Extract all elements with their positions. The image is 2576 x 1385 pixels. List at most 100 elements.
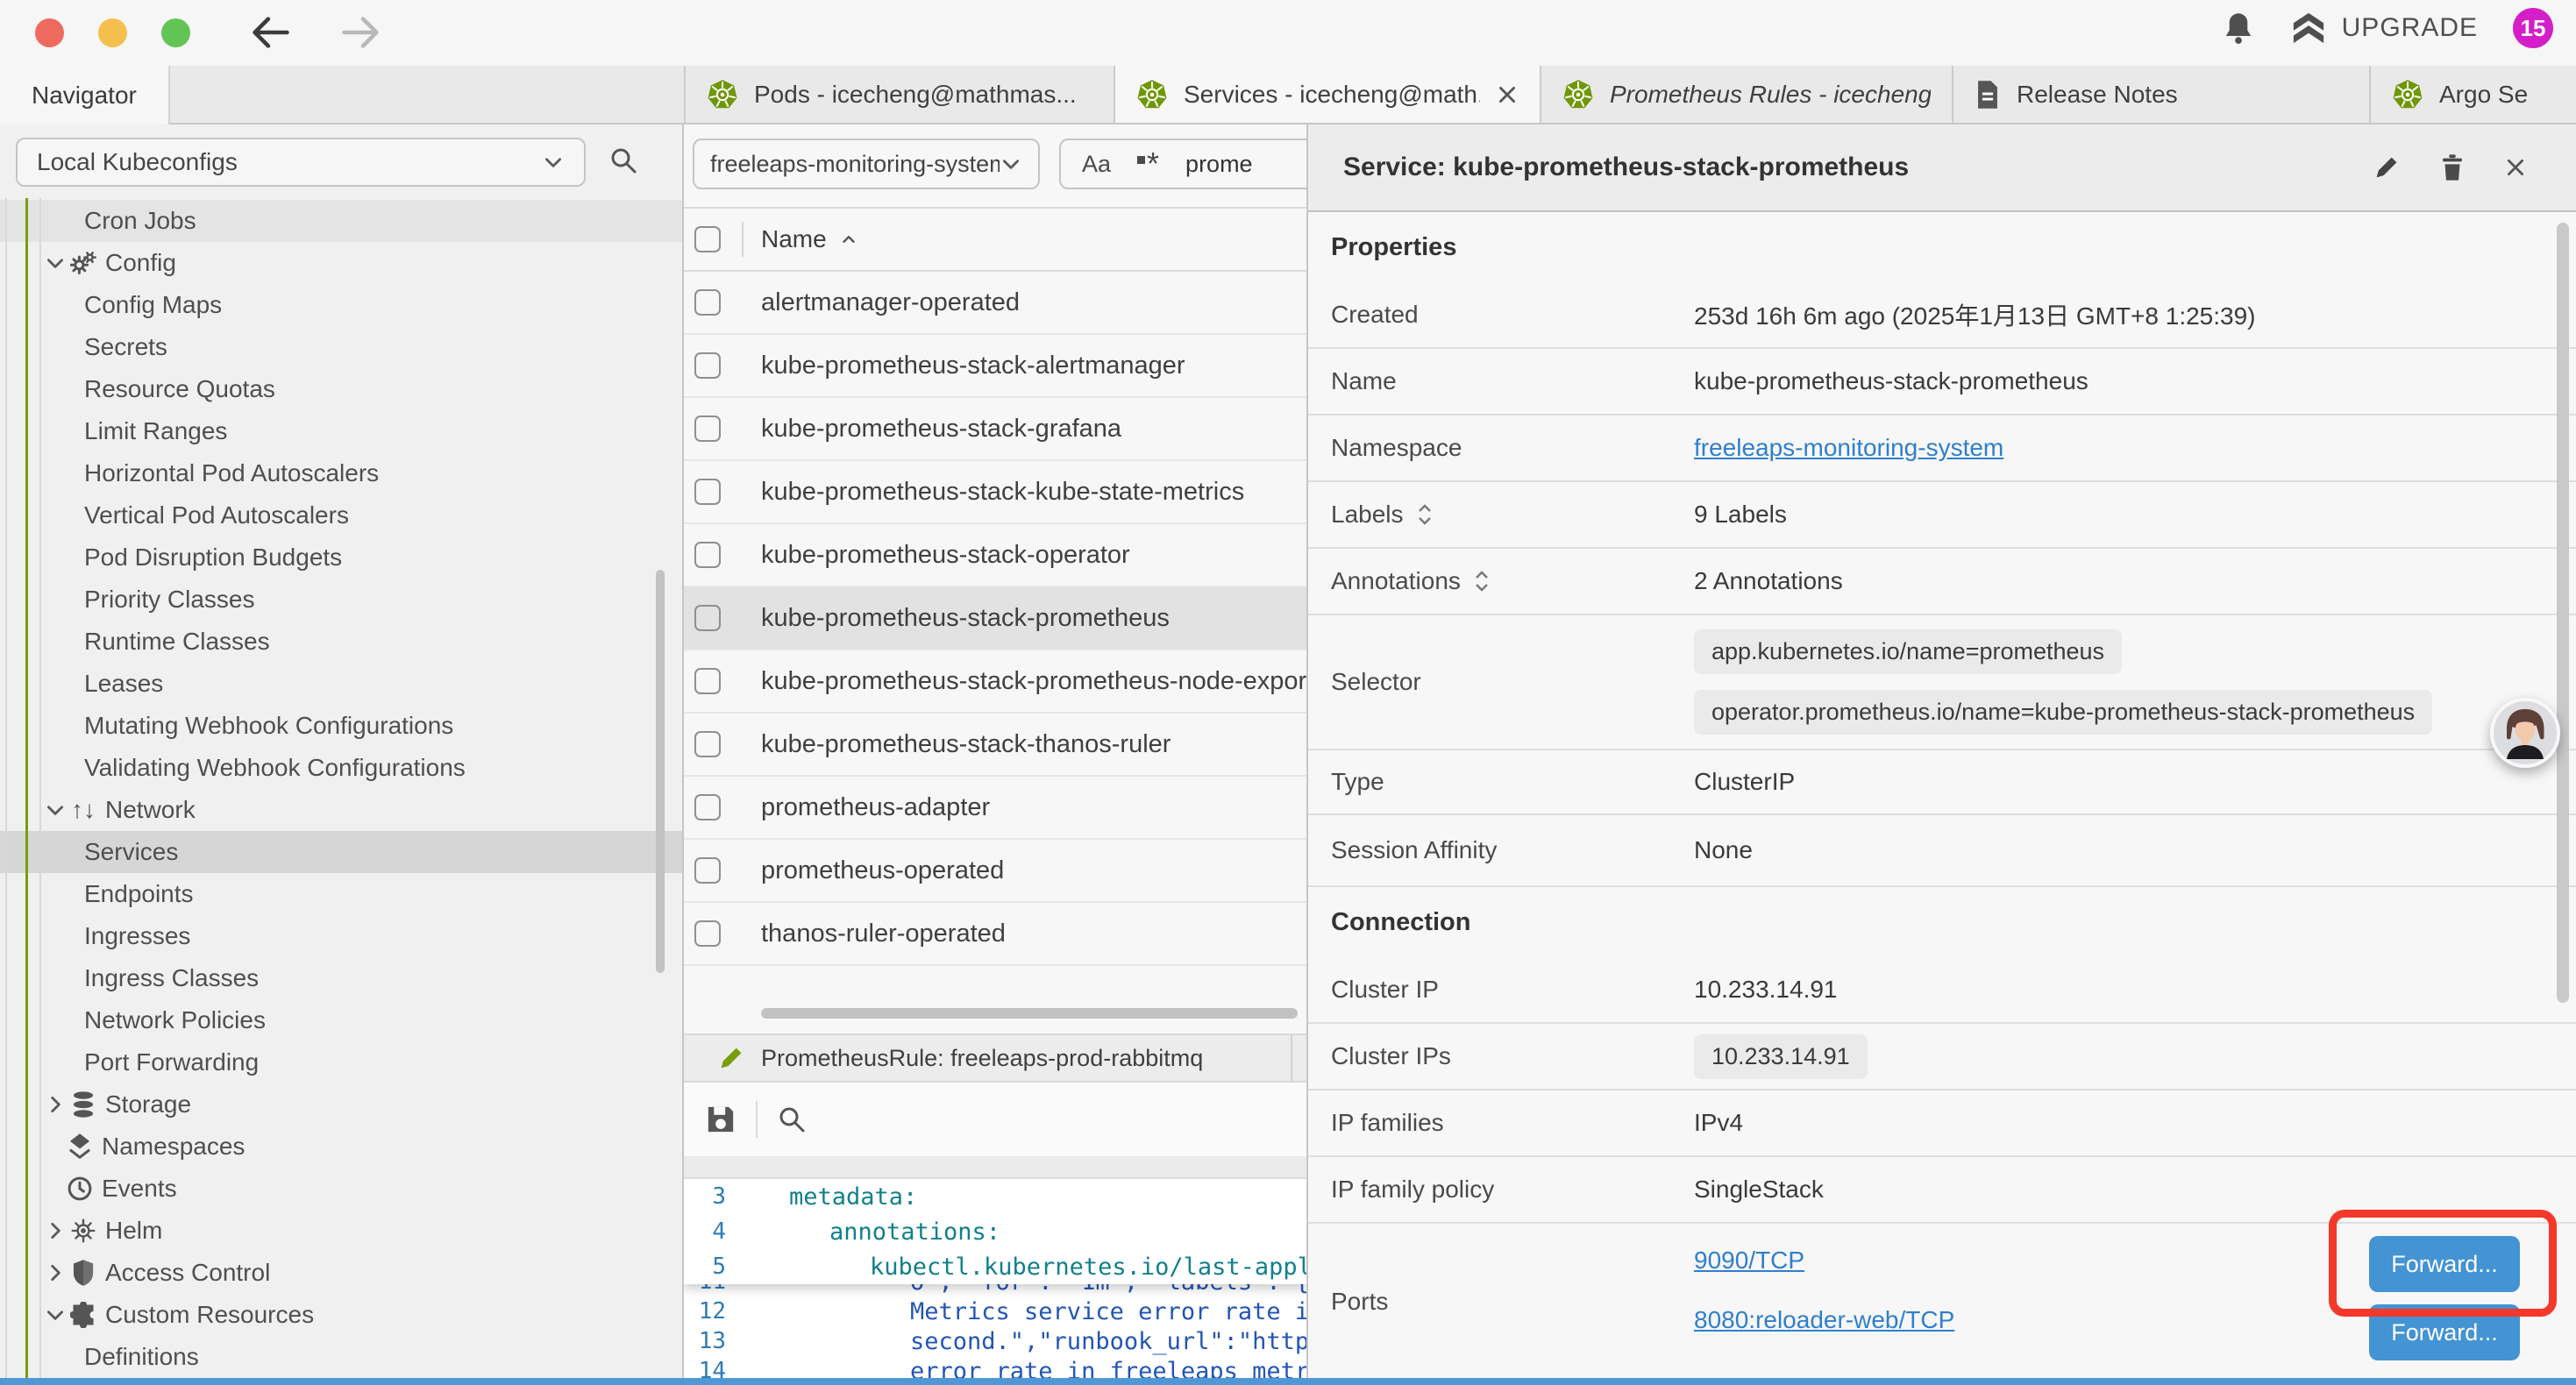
tab-release-notes[interactable]: Release Notes [1953,66,2371,123]
service-row-kube-prometheus-stack-alertmanager[interactable]: kube-prometheus-stack-alertmanager [684,335,1306,398]
minimize-window-button[interactable] [98,18,127,47]
row-checkbox[interactable] [694,479,721,505]
horizontal-scrollbar[interactable] [761,1008,1298,1019]
service-row-kube-prometheus-stack-prometheus[interactable]: kube-prometheus-stack-prometheus [684,587,1306,650]
tree-item-mutating-webhook-configurations[interactable]: Mutating Webhook Configurations [0,705,682,747]
case-toggle[interactable]: Aa [1082,151,1111,178]
save-icon[interactable] [705,1104,737,1135]
forward-button-9090-tcp[interactable]: Forward... [2369,1236,2520,1292]
service-row-prometheus-operated[interactable]: prometheus-operated [684,840,1306,903]
namespace-link[interactable]: freeleaps-monitoring-system [1694,434,2003,462]
search-input[interactable]: prome [1185,151,1253,178]
sidebar-scrollbar[interactable] [656,570,665,973]
service-row-kube-prometheus-stack-operator[interactable]: kube-prometheus-stack-operator [684,524,1306,587]
tree-item-network-policies[interactable]: Network Policies [0,999,682,1041]
tree-item-validating-webhook-configurations[interactable]: Validating Webhook Configurations [0,747,682,789]
service-row-kube-prometheus-stack-prometheus-node-exporter[interactable]: kube-prometheus-stack-prometheus-node-ex… [684,650,1306,714]
chevron-right-icon[interactable] [44,1219,67,1242]
sort-icon[interactable] [1473,568,1491,594]
name-column-header[interactable]: Name [761,225,827,253]
tree-item-ingresses[interactable]: Ingresses [0,915,682,957]
navigator-tab[interactable]: Navigator [32,66,137,124]
close-icon[interactable] [1496,83,1519,106]
list-search-box[interactable]: Aa * prome [1059,138,1306,189]
back-arrow-icon[interactable] [251,14,291,51]
select-all-checkbox[interactable] [694,226,721,252]
tree-item-horizontal-pod-autoscalers[interactable]: Horizontal Pod Autoscalers [0,452,682,494]
row-checkbox[interactable] [694,352,721,379]
service-row-thanos-ruler-operated[interactable]: thanos-ruler-operated [684,903,1306,966]
tab-pods-icecheng-mathmas[interactable]: Pods - icecheng@mathmas... [684,66,1115,123]
tab-services-icecheng-math[interactable]: Services - icecheng@math... [1115,66,1541,123]
service-row-prometheus-adapter[interactable]: prometheus-adapter [684,777,1306,840]
chevron-down-icon[interactable] [44,252,67,274]
row-checkbox[interactable] [694,920,721,947]
tree-item-limit-ranges[interactable]: Limit Ranges [0,410,682,452]
sort-icon[interactable] [1416,501,1434,528]
tree-item-leases[interactable]: Leases [0,663,682,705]
service-row-kube-prometheus-stack-kube-state-metrics[interactable]: kube-prometheus-stack-kube-state-metrics [684,461,1306,524]
editor-tab[interactable]: PrometheusRule: freeleaps-prod-rabbitmq [684,1035,1292,1081]
sort-ascending-icon[interactable] [839,230,858,249]
upgrade-button[interactable]: UPGRADE [2289,11,2478,46]
service-row-alertmanager-operated[interactable]: alertmanager-operated [684,272,1306,335]
regex-toggle[interactable]: * [1137,155,1159,173]
chevron-right-icon[interactable] [44,1261,67,1284]
editor-link[interactable]: https://net [1252,1328,1306,1355]
tree-item-namespaces[interactable]: Namespaces [0,1126,682,1168]
tree-item-port-forwarding[interactable]: Port Forwarding [0,1041,682,1083]
tree-item-network[interactable]: ↑↓Network [0,789,682,831]
close-window-button[interactable] [35,18,64,47]
tab-prometheus-rules-icecheng[interactable]: Prometheus Rules - icecheng... [1541,66,1953,123]
namespace-select[interactable]: freeleaps-monitoring-system [693,138,1040,189]
tree-item-services[interactable]: Services [0,831,682,873]
chevron-right-icon[interactable] [44,1093,67,1116]
service-row-kube-prometheus-stack-grafana[interactable]: kube-prometheus-stack-grafana [684,398,1306,461]
close-icon[interactable] [2504,156,2527,179]
delete-icon[interactable] [2439,153,2466,182]
detail-scrollbar[interactable] [2557,223,2569,1003]
tree-item-secrets[interactable]: Secrets [0,326,682,368]
tree-item-pod-disruption-budgets[interactable]: Pod Disruption Budgets [0,536,682,579]
editor-search-icon[interactable] [777,1104,807,1134]
tree-item-cron-jobs[interactable]: Cron Jobs [0,200,682,242]
forward-button-8080-reloader-web-tcp[interactable]: Forward... [2369,1304,2520,1360]
service-row-kube-prometheus-stack-thanos-ruler[interactable]: kube-prometheus-stack-thanos-ruler [684,714,1306,777]
tree-item-endpoints[interactable]: Endpoints [0,873,682,915]
tree-item-events[interactable]: Events [0,1168,682,1210]
row-checkbox[interactable] [694,542,721,568]
tree-item-access-control[interactable]: Access Control [0,1252,682,1294]
tree-item-storage[interactable]: Storage [0,1083,682,1126]
sidebar-search-icon[interactable] [608,146,638,175]
tree-item-custom-resources[interactable]: Custom Resources [0,1294,682,1336]
assistant-avatar[interactable] [2490,698,2560,768]
row-checkbox[interactable] [694,857,721,884]
tree-item-resource-quotas[interactable]: Resource Quotas [0,368,682,410]
row-checkbox[interactable] [694,668,721,694]
tab-argo-se[interactable]: Argo Se [2371,66,2576,123]
row-checkbox[interactable] [694,289,721,316]
yaml-editor[interactable]: 3metadata:4annotations:5kubectl.kubernet… [684,1179,1306,1378]
tree-item-helm[interactable]: Helm [0,1210,682,1252]
bell-icon[interactable] [2223,11,2254,46]
tree-item-config-maps[interactable]: Config Maps [0,284,682,326]
row-checkbox[interactable] [694,731,721,757]
tree-item-priority-classes[interactable]: Priority Classes [0,579,682,621]
editor-tab-partial[interactable] [1292,1035,1306,1081]
row-checkbox[interactable] [694,416,721,442]
row-checkbox[interactable] [694,794,721,820]
notification-badge[interactable]: 15 [2513,8,2553,48]
chevron-down-icon[interactable] [44,799,67,821]
port-link-9090-tcp[interactable]: 9090/TCP [1694,1246,1804,1275]
tree-item-definitions[interactable]: Definitions [0,1336,682,1378]
edit-icon[interactable] [2373,153,2401,181]
chevron-down-icon[interactable] [44,1303,67,1326]
tree-item-vertical-pod-autoscalers[interactable]: Vertical Pod Autoscalers [0,494,682,536]
row-checkbox[interactable] [694,605,721,631]
tree-item-ingress-classes[interactable]: Ingress Classes [0,957,682,999]
forward-arrow-icon[interactable] [340,14,381,51]
kubeconfig-select[interactable]: Local Kubeconfigs [16,138,586,187]
tree-item-config[interactable]: Config [0,242,682,284]
tree-item-runtime-classes[interactable]: Runtime Classes [0,621,682,663]
zoom-window-button[interactable] [161,18,190,47]
